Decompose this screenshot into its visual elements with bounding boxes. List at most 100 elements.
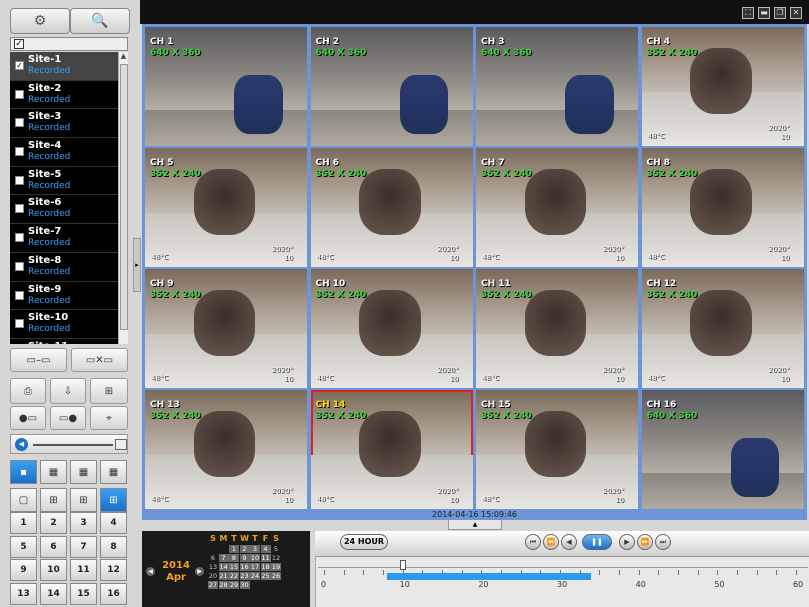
expand-panel-button[interactable]: ▲ — [448, 520, 502, 530]
layout-button-4[interactable]: ▦ — [100, 460, 127, 484]
site-checkbox[interactable] — [15, 175, 24, 185]
video-tile[interactable]: CH 7 352 X 240 48°C 2020° 10 — [476, 148, 638, 267]
calendar-day[interactable]: 24 — [250, 572, 260, 580]
calendar-day[interactable]: 25 — [260, 572, 271, 580]
video-tile[interactable]: CH 16 640 X 360 — [641, 390, 804, 509]
video-tile[interactable]: CH 14 352 X 240 48°C 2020° 10 — [310, 390, 473, 509]
video-tile[interactable]: CH 11 352 X 240 48°C 2020° 10 — [476, 269, 638, 388]
calendar-day[interactable]: 15 — [229, 563, 239, 571]
channel-button[interactable]: 8 — [100, 535, 127, 558]
calendar-day[interactable]: 23 — [239, 572, 250, 580]
record-button[interactable]: ●▭ — [10, 406, 46, 430]
calendar-day[interactable]: 1 — [229, 545, 239, 553]
site-checkbox[interactable] — [15, 319, 24, 329]
settings-tab-button[interactable]: ⚙ — [10, 8, 70, 34]
prev-segment-icon[interactable]: ⏪ — [543, 534, 559, 550]
site-checkbox[interactable] — [15, 204, 24, 214]
calendar-day[interactable]: 8 — [229, 554, 239, 562]
calendar-day[interactable]: 2 — [239, 545, 250, 553]
video-tile[interactable]: CH 10 352 X 240 48°C 2020° 10 — [310, 269, 473, 388]
last-frame-icon[interactable]: ⏭ — [655, 534, 671, 550]
layout-button-8[interactable]: ⊞ — [100, 488, 127, 512]
channel-button[interactable]: 15 — [70, 582, 97, 605]
site-checkbox[interactable]: ✓ — [15, 61, 24, 70]
restore-button[interactable]: ❐ — [774, 7, 786, 19]
site-checkbox[interactable] — [15, 147, 24, 157]
disconnect-button[interactable]: ▭✕▭ — [71, 348, 128, 372]
site-checkbox[interactable] — [15, 233, 24, 243]
calendar-day[interactable]: 4 — [260, 545, 271, 553]
calendar-day[interactable]: 19 — [271, 563, 281, 571]
video-tile[interactable]: CH 9 352 X 240 48°C 2020° 10 — [145, 269, 307, 388]
speaker-icon[interactable]: ◀ — [15, 438, 28, 451]
channel-button[interactable]: 7 — [70, 535, 97, 558]
site-list-item[interactable]: Site-2 Recorded — [10, 81, 118, 110]
volume-track[interactable] — [33, 444, 113, 446]
channel-button[interactable]: 4 — [100, 512, 127, 534]
calendar-day[interactable]: 14 — [218, 563, 229, 571]
site-list-item[interactable]: Site-8 Recorded — [10, 253, 118, 282]
channel-button[interactable]: 9 — [10, 559, 37, 581]
layout-button-7[interactable]: ⊞ — [70, 488, 97, 512]
video-tile[interactable]: CH 4 352 X 240 48°C 2020° 10 — [641, 27, 804, 146]
collapse-panel-button[interactable]: ▸ — [133, 238, 141, 292]
snapshot-button[interactable]: ▭● — [50, 406, 86, 430]
channel-button[interactable]: 6 — [40, 535, 67, 558]
calendar-day[interactable]: 3 — [250, 545, 260, 553]
calendar-day[interactable]: 7 — [218, 554, 229, 562]
step-back-icon[interactable]: ◀ — [561, 534, 577, 550]
channel-button[interactable]: 14 — [40, 582, 67, 605]
search-tab-button[interactable]: 🔍 — [70, 8, 130, 34]
select-all-checkbox[interactable]: ✓ — [14, 39, 24, 49]
video-tile[interactable]: CH 12 352 X 240 48°C 2020° 10 — [641, 269, 804, 388]
channel-button[interactable]: 11 — [70, 559, 97, 581]
calendar-day[interactable]: 17 — [250, 563, 260, 571]
video-tile[interactable]: CH 13 352 X 240 48°C 2020° 10 — [145, 390, 307, 509]
site-list-item[interactable]: ✓ Site-1 Recorded — [10, 52, 118, 81]
fullscreen-button[interactable]: ⛶ — [742, 7, 754, 19]
calendar-day[interactable]: 20 — [208, 572, 218, 580]
video-tile[interactable]: CH 15 352 X 240 48°C 2020° 10 — [476, 390, 638, 509]
site-checkbox[interactable] — [15, 89, 24, 99]
video-tile[interactable]: CH 2 640 X 360 — [310, 27, 473, 146]
channel-button[interactable]: 5 — [10, 535, 37, 558]
timeline-cursor[interactable] — [399, 560, 406, 570]
channel-button[interactable]: 13 — [10, 582, 37, 605]
scroll-up-icon[interactable]: ▲ — [119, 52, 128, 62]
site-checkbox[interactable] — [15, 118, 24, 128]
video-tile[interactable]: CH 1 640 X 360 — [145, 27, 307, 146]
calendar-day[interactable]: 27 — [208, 581, 218, 589]
layout-button-6[interactable]: ⊞ — [40, 488, 67, 512]
layout-button-3[interactable]: ▦ — [70, 460, 97, 484]
volume-control[interactable]: ◀ — [10, 434, 128, 454]
calendar-day[interactable]: 30 — [239, 581, 250, 589]
calendar-day[interactable]: 12 — [271, 554, 281, 562]
channel-button[interactable]: 3 — [70, 512, 97, 534]
calendar-day[interactable]: 29 — [229, 581, 239, 589]
calendar-day[interactable]: 18 — [260, 563, 271, 571]
close-button[interactable]: ✕ — [790, 7, 802, 19]
site-list-scrollbar[interactable]: ▲ — [118, 52, 128, 344]
recorded-segment[interactable] — [386, 573, 592, 580]
video-tile[interactable]: CH 8 352 X 240 48°C 2020° 10 — [641, 148, 804, 267]
calendar-day[interactable]: 10 — [250, 554, 260, 562]
next-month-icon[interactable]: ▶ — [195, 567, 204, 576]
calendar-day[interactable]: 5 — [271, 545, 281, 553]
site-checkbox[interactable] — [15, 290, 24, 300]
site-list-item[interactable]: Site-3 Recorded — [10, 109, 118, 139]
scroll-thumb[interactable] — [120, 64, 128, 330]
calendar-day[interactable]: 26 — [271, 572, 281, 580]
hour-range-button[interactable]: 24 HOUR — [340, 534, 388, 550]
ptz-button[interactable]: ⌖ — [90, 406, 128, 430]
channel-button[interactable]: 10 — [40, 559, 67, 581]
export-button[interactable]: ⇩ — [50, 378, 86, 404]
layout-button-5[interactable]: ▢ — [10, 488, 37, 512]
site-list-item[interactable]: Site-5 Recorded — [10, 167, 118, 196]
site-list-item[interactable]: Site-10 Recorded — [10, 310, 118, 339]
prev-month-icon[interactable]: ◀ — [146, 567, 155, 576]
site-list-item[interactable]: Site-9 Recorded — [10, 282, 118, 311]
channel-button[interactable]: 12 — [100, 559, 127, 581]
minimize-button[interactable]: ▬ — [758, 7, 770, 19]
layout-button-2[interactable]: ▦ — [40, 460, 67, 484]
calendar-day[interactable]: 22 — [229, 572, 239, 580]
